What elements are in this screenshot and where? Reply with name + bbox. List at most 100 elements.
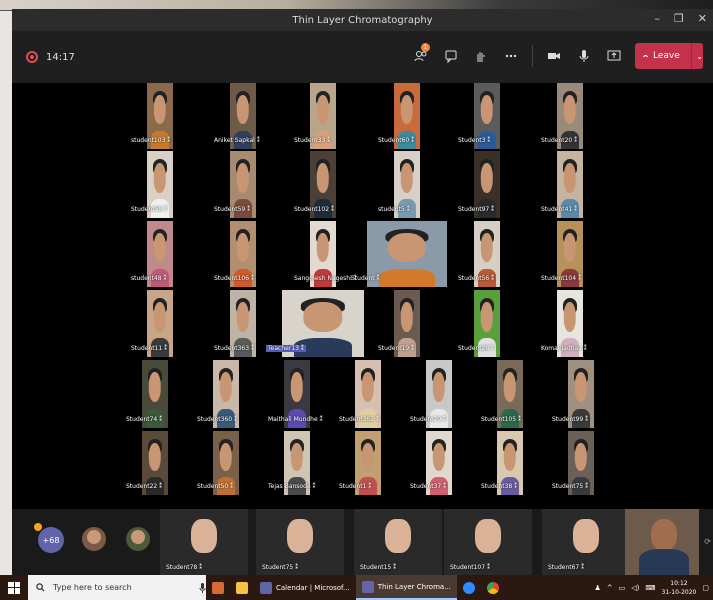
camera-icon[interactable]: [545, 45, 563, 67]
phone-hangup-icon: [643, 54, 649, 58]
participant-name: Komal Jadhav ⁑: [541, 345, 587, 352]
meeting-timer: 14:17: [46, 51, 75, 63]
participant-name: Student37 ⁑: [410, 483, 447, 490]
taskbar-app-calendar[interactable]: Calendar | Microsof...: [254, 575, 356, 600]
notification-dot: [34, 523, 42, 531]
participant-name: Student50 ⁑: [197, 483, 234, 490]
participant-name: Student75 ⁑: [262, 564, 299, 571]
overflow-count: +68: [42, 535, 60, 545]
leave-button[interactable]: Leave ⌄: [635, 43, 703, 69]
participant-name: Student59 ⁑: [214, 206, 251, 213]
expand-icon[interactable]: ⟳: [704, 537, 711, 546]
participant-name: Student33 ⁑: [294, 137, 331, 144]
windows-taskbar: Type here to search Calendar | Microsof.…: [0, 575, 713, 600]
participant-name: Student15 ⁑: [360, 564, 397, 571]
participant-name: Student ⁑: [351, 275, 380, 282]
chat-icon[interactable]: [442, 45, 460, 67]
participant-name: Student3 ⁑: [458, 137, 491, 144]
participant-strip-tile[interactable]: Student107 ⁑: [444, 509, 532, 575]
start-button[interactable]: [0, 575, 28, 600]
taskbar-app-meeting[interactable]: Thin Layer Chroma...: [355, 575, 457, 600]
self-view-video: [625, 509, 699, 575]
teams-icon: [260, 581, 272, 594]
participant-name: Student99 ⁑: [552, 416, 589, 423]
participant-name: Student41 ⁑: [541, 206, 578, 213]
participant-name: Student362 ⁑: [339, 416, 379, 423]
window-title: Thin Layer Chromatography: [292, 14, 433, 26]
participant-name: Student28 ⁑: [458, 345, 495, 352]
participant-strip-tile[interactable]: Student15 ⁑: [354, 509, 442, 575]
clock[interactable]: 10:12 31-10-2020: [662, 579, 697, 597]
more-participants-button[interactable]: +68: [34, 523, 64, 553]
volume-icon[interactable]: ◁): [631, 584, 639, 592]
task-view-icon[interactable]: [206, 575, 230, 600]
participant-name: Student22 ⁑: [126, 483, 163, 490]
participant-name: student103 ⁑: [131, 137, 171, 144]
participant-name: Student106 ⁑: [214, 275, 254, 282]
participants-icon[interactable]: 1: [412, 43, 430, 67]
window-controls: – ❐ ✕: [654, 12, 707, 25]
search-placeholder: Type here to search: [53, 583, 132, 592]
windows-logo-icon: [8, 581, 20, 594]
close-button[interactable]: ✕: [698, 12, 707, 25]
participant-strip-tile[interactable]: Student75 ⁑: [256, 509, 344, 575]
notifications-icon[interactable]: ▢: [702, 584, 709, 592]
participant-name: Student20 ⁑: [541, 137, 578, 144]
participant-name: Teacher13 ⁑: [266, 345, 306, 352]
participants-badge: 1: [421, 43, 430, 52]
participant-strip: +68 Student78 ⁑ Student75 ⁑ Student15 ⁑ Stu…: [12, 509, 713, 575]
avatar[interactable]: [82, 527, 106, 551]
participant-name: Tejas Bansode ⁑: [268, 483, 316, 490]
people-icon[interactable]: ♟: [594, 584, 600, 592]
participant-name: Aniket Sapkal ⁑: [214, 137, 260, 144]
participant-name: Student102 ⁑: [294, 206, 334, 213]
participant-name: Student74 ⁑: [126, 416, 163, 423]
participant-name: Student58 ⁑: [131, 206, 168, 213]
participant-name: Student75 ⁑: [552, 483, 589, 490]
participant-name: Student78 ⁑: [166, 564, 203, 571]
participant-name: Student19 ⁑: [378, 345, 415, 352]
leave-label: Leave: [653, 51, 680, 61]
participant-name: Student56 ⁑: [458, 275, 495, 282]
zoom-app-icon[interactable]: [457, 575, 481, 600]
taskbar-search[interactable]: Type here to search: [28, 575, 206, 600]
teams-icon: [361, 580, 374, 593]
chrome-icon[interactable]: [481, 575, 505, 600]
minimize-button[interactable]: –: [654, 12, 660, 25]
participant-name: Student360 ⁑: [197, 416, 237, 423]
participant-name: Student363 ⁑: [214, 345, 254, 352]
participant-strip-tile[interactable]: Student67 ⁑: [542, 509, 630, 575]
participant-name: Sangmesh Nageshi ⁑: [294, 275, 357, 282]
participant-name: Student79 ⁑: [410, 416, 447, 423]
participant-name: student5 ⁑: [378, 206, 410, 213]
microphone-icon[interactable]: [199, 582, 206, 593]
maximize-button[interactable]: ❐: [674, 12, 684, 25]
avatar[interactable]: [126, 527, 150, 551]
title-bar: Thin Layer Chromatography – ❐ ✕: [12, 9, 713, 31]
participant-name: Student11 ⁑: [131, 345, 168, 352]
battery-icon[interactable]: ▭: [619, 584, 626, 592]
share-screen-icon[interactable]: [605, 45, 623, 67]
recording-icon: [26, 51, 38, 63]
file-explorer-icon[interactable]: [230, 575, 254, 600]
participant-strip-tile[interactable]: Student78 ⁑: [160, 509, 248, 575]
chevron-down-icon[interactable]: ⌄: [696, 52, 703, 61]
more-options-icon[interactable]: [502, 45, 520, 67]
toolbar-divider: [532, 45, 533, 67]
participant-name: Student104 ⁑: [541, 275, 581, 282]
teams-meeting-window: Thin Layer Chromatography – ❐ ✕ 14:17 1: [12, 9, 713, 575]
participant-name: Student1 ⁑: [339, 483, 372, 490]
system-tray: ♟ ^ ▭ ◁) ⌨ 10:12 31-10-2020 ▢: [594, 575, 709, 600]
microphone-icon[interactable]: [575, 45, 593, 67]
participant-name: Student67 ⁑: [548, 564, 585, 571]
chevron-up-icon[interactable]: ^: [607, 584, 613, 592]
raise-hand-icon[interactable]: [472, 45, 490, 67]
keyboard-icon[interactable]: ⌨: [645, 584, 655, 592]
participant-name: Student97 ⁑: [458, 206, 495, 213]
meeting-controls: 1 Leave ⌄: [412, 43, 703, 69]
participant-name: student48 ⁑: [131, 275, 167, 282]
participant-name: Student107 ⁑: [450, 564, 490, 571]
divider-line: [0, 10, 12, 11]
participant-name: Student60 ⁑: [378, 137, 415, 144]
video-grid: student103 ⁑ Aniket Sapkal ⁑ Student33 ⁑ St…: [12, 83, 713, 509]
